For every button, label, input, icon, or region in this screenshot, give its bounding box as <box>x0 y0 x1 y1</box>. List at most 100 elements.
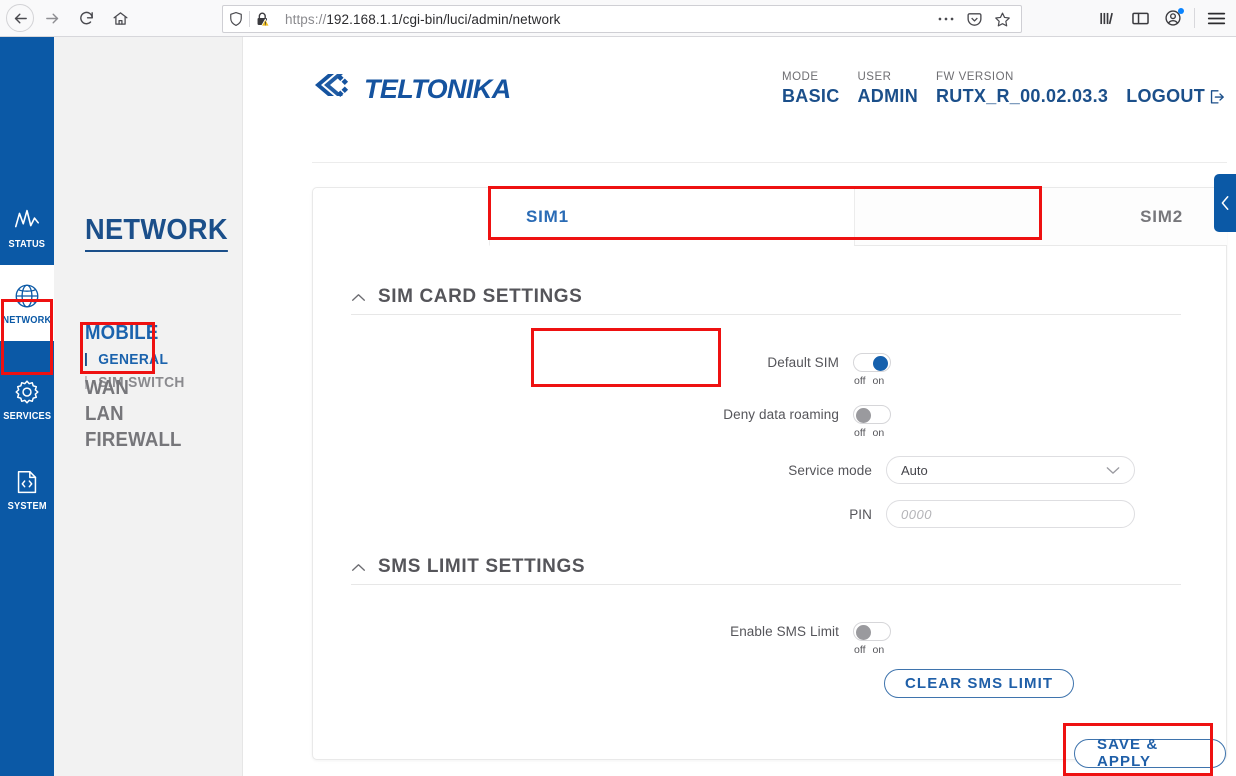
teltonika-logo[interactable]: TELTONIKA <box>312 70 511 105</box>
submenu-item-lan-label: LAN <box>85 403 124 425</box>
toggle-knob <box>856 625 871 640</box>
save-apply-button[interactable]: SAVE & APPLY <box>1074 736 1226 770</box>
submenu-item-firewall[interactable]: FIREWALL <box>85 429 189 452</box>
reload-icon <box>79 11 93 24</box>
account-notification-dot <box>1178 8 1184 14</box>
tab-sim2[interactable]: SIM2 <box>854 188 1227 246</box>
primary-nav-rail: STATUS NETWORK SERVICES SYSTEM <box>0 37 54 776</box>
clear-sms-limit-button-wrap: CLEAR SMS LIMIT <box>884 669 1075 698</box>
sidebar-item-system[interactable]: SYSTEM <box>0 451 54 527</box>
logout-button[interactable]: LOGOUT <box>1126 86 1225 107</box>
clear-sms-limit-button[interactable]: CLEAR SMS LIMIT <box>884 669 1075 698</box>
library-icon <box>1099 12 1113 24</box>
insecure-lock-warning-icon <box>257 12 270 26</box>
toggle-enable-sms-limit[interactable] <box>853 622 891 641</box>
submenu-item-general[interactable]: GENERAL <box>85 352 185 368</box>
settings-card: SIM1 SIM2 SIM CARD SETTINGS Default SIM … <box>312 186 1227 776</box>
app-header: TELTONIKA MODE BASIC USER ADMIN FW VERSI… <box>243 37 1236 163</box>
address-bar[interactable]: https://192.168.1.1/cgi-bin/luci/admin/n… <box>222 5 1022 33</box>
toggle-wrap-enable-sms-limit: off on <box>853 622 893 656</box>
account-button[interactable] <box>1157 3 1189 33</box>
browser-toolbar-right <box>1091 3 1232 33</box>
page-actions-button[interactable] <box>933 7 959 31</box>
section-title-sim-card-settings: SIM CARD SETTINGS <box>378 286 583 307</box>
library-button[interactable] <box>1091 3 1123 33</box>
site-identity-button[interactable] <box>250 11 276 28</box>
submenu-item-firewall-label: FIREWALL <box>85 429 182 451</box>
field-default-sim: Default SIM off on <box>313 353 893 387</box>
submenu-item-mobile[interactable]: MOBILE <box>85 322 183 345</box>
section-header-sms-limit-settings[interactable]: SMS LIMIT SETTINGS <box>351 556 585 578</box>
rail-spacer-2 <box>0 341 54 361</box>
field-label-default-sim: Default SIM <box>767 355 839 370</box>
shield-icon <box>230 11 242 26</box>
header-fw-version-key: FW VERSION <box>936 71 1014 83</box>
sidebar-item-network-label: NETWORK <box>2 313 52 326</box>
main-content: TELTONIKA MODE BASIC USER ADMIN FW VERSI… <box>242 37 1236 776</box>
chevron-left-icon <box>1221 196 1228 210</box>
tab-sim1[interactable]: SIM1 <box>489 188 854 246</box>
select-service-mode[interactable]: Auto <box>886 456 1135 484</box>
sidebar-item-network[interactable]: NETWORK <box>0 265 54 341</box>
toggle-default-sim[interactable] <box>853 353 891 372</box>
header-user-value: ADMIN <box>857 86 918 106</box>
field-deny-data-roaming: Deny data roaming off on <box>313 405 893 439</box>
toggle-off-label: off <box>854 375 866 387</box>
save-to-pocket-button[interactable] <box>961 7 987 31</box>
submenu-item-wan-label: WAN <box>85 377 129 399</box>
header-user-key: USER <box>857 71 892 83</box>
toggle-on-label: on <box>872 644 885 656</box>
section-divider-1 <box>351 314 1181 315</box>
hamburger-menu-icon <box>1207 12 1225 24</box>
logout-exit-icon <box>1210 90 1224 104</box>
toggle-deny-data-roaming[interactable] <box>853 405 891 424</box>
sidebar-button[interactable] <box>1124 3 1156 33</box>
navigation-buttons <box>0 3 136 33</box>
sidebar-item-status-label: STATUS <box>8 237 46 250</box>
network-globe-icon <box>15 284 39 307</box>
field-label-enable-sms-limit: Enable SMS Limit <box>730 624 839 639</box>
pin-input[interactable]: 0000 <box>886 500 1135 528</box>
home-button[interactable] <box>104 3 136 33</box>
toggle-on-label: on <box>872 375 885 387</box>
app-menu-button[interactable] <box>1200 3 1232 33</box>
url-text[interactable]: https://192.168.1.1/cgi-bin/luci/admin/n… <box>276 12 933 27</box>
back-button[interactable] <box>6 4 34 32</box>
header-mode-value[interactable]: BASIC <box>782 86 840 107</box>
sidebar-item-system-label: SYSTEM <box>7 499 47 512</box>
sidebar-item-status[interactable]: STATUS <box>0 189 54 265</box>
router-web-ui: STATUS NETWORK SERVICES SYSTEM NETWORK M… <box>0 37 1236 776</box>
sidebar-icon <box>1131 12 1149 24</box>
header-divider <box>312 162 1227 163</box>
reload-button[interactable] <box>70 3 102 33</box>
toggle-knob <box>856 408 871 423</box>
sidebar-item-services[interactable]: SERVICES <box>0 361 54 437</box>
toggle-labels-deny-data-roaming: off on <box>854 427 884 439</box>
submenu-item-wan[interactable]: WAN <box>85 377 132 400</box>
field-pin: PIN 0000 <box>313 500 1135 528</box>
logout-label: LOGOUT <box>1126 86 1205 106</box>
save-apply-button-wrap: SAVE & APPLY <box>1074 736 1226 770</box>
submenu-title: NETWORK <box>85 214 228 252</box>
browser-toolbar: https://192.168.1.1/cgi-bin/luci/admin/n… <box>0 0 1236 37</box>
side-drawer-toggle[interactable] <box>1214 174 1236 232</box>
sidebar-item-services-label: SERVICES <box>3 409 51 422</box>
field-label-service-mode: Service mode <box>788 462 872 478</box>
tracking-protection-button[interactable] <box>223 11 249 27</box>
header-user: USER ADMIN <box>858 71 919 107</box>
bookmark-button[interactable] <box>989 7 1015 31</box>
toggle-on-label: on <box>872 427 885 439</box>
url-scheme: https:// <box>285 11 327 27</box>
forward-button[interactable] <box>36 3 68 33</box>
submenu-item-lan[interactable]: LAN <box>85 403 127 426</box>
home-icon <box>112 11 128 25</box>
section-header-sim-card-settings[interactable]: SIM CARD SETTINGS <box>351 286 582 308</box>
teltonika-chevron-icon <box>315 74 349 98</box>
sim-tabs: SIM1 SIM2 <box>489 188 1227 246</box>
forward-arrow-icon <box>45 13 58 23</box>
status-pulse-icon <box>14 209 40 227</box>
rail-spacer-3 <box>0 437 54 451</box>
header-fw-version-value: RUTX_R_00.02.03.3 <box>936 86 1109 106</box>
url-host-path: 192.168.1.1/cgi-bin/luci/admin/network <box>326 11 561 27</box>
toggle-off-label: off <box>854 427 866 439</box>
